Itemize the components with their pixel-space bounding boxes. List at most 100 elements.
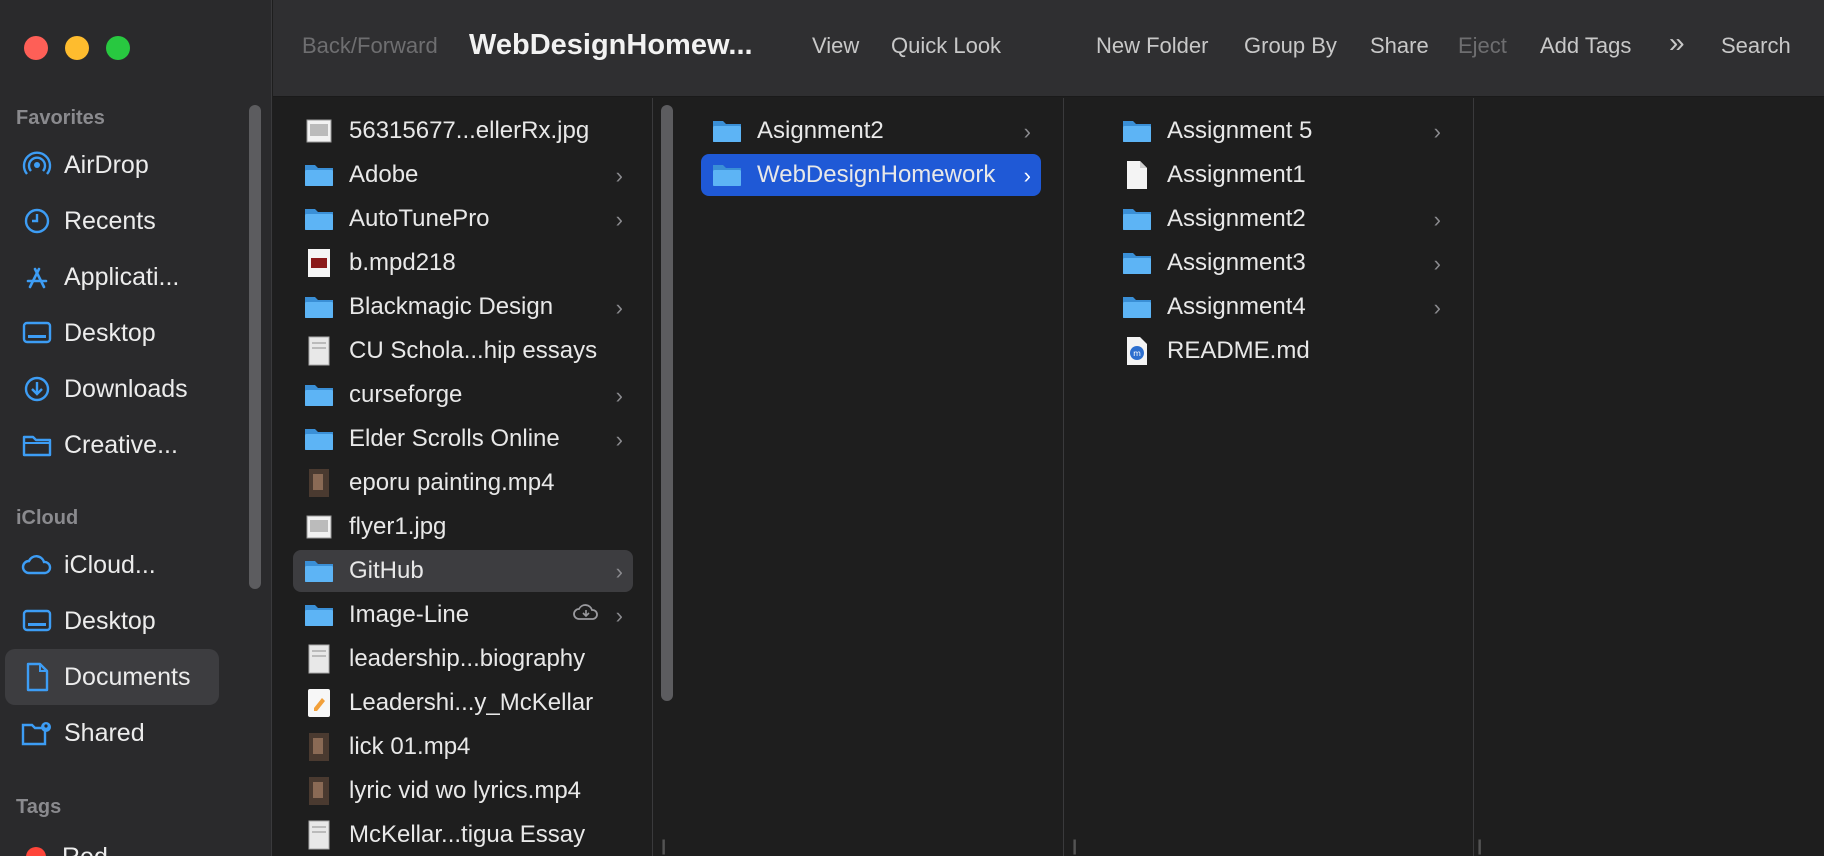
new-folder-button[interactable]: New Folder — [1096, 33, 1208, 59]
close-window-button[interactable] — [24, 36, 48, 60]
file-row[interactable]: m README.md — [1111, 330, 1451, 372]
folder-icon — [303, 379, 335, 411]
document-icon — [20, 660, 54, 694]
column-resize-handle[interactable]: || — [1477, 838, 1483, 856]
file-row[interactable]: McKellar...tigua Essay — [293, 814, 633, 856]
quick-look-button[interactable]: Quick Look — [891, 33, 1001, 59]
item-name: Adobe — [349, 161, 419, 188]
item-name: CU Schola...hip essays — [349, 337, 598, 364]
window-title: WebDesignHomew... — [469, 29, 753, 61]
image-file-icon — [303, 115, 335, 147]
airdrop-icon — [20, 148, 54, 182]
sidebar-item-label: AirDrop — [64, 150, 149, 179]
column-github: Asignment2 › WebDesignHomework › — [681, 98, 1064, 856]
item-name: Image-Line — [349, 601, 470, 628]
cloud-download-icon[interactable] — [571, 600, 601, 629]
folder-icon — [303, 423, 335, 455]
column-webdesignhomework: Assignment 5 › Assignment1 Assignment2 › Assi… — [1091, 98, 1474, 856]
item-name: Assignment4 — [1167, 293, 1306, 320]
view-button[interactable]: View — [812, 33, 859, 59]
item-name: leadership...biography — [349, 645, 586, 672]
file-row[interactable]: CU Schola...hip essays — [293, 330, 633, 372]
sidebar-item-recents[interactable]: Recents — [5, 193, 219, 249]
toolbar-overflow-button[interactable]: » — [1669, 27, 1685, 59]
share-button[interactable]: Share — [1370, 33, 1429, 59]
file-row[interactable]: leadership...biography — [293, 638, 633, 680]
item-name: Assignment 5 — [1167, 117, 1313, 144]
chevron-right-icon: › — [1433, 295, 1441, 320]
item-name: lick 01.mp4 — [349, 733, 471, 760]
sidebar-scrollbar[interactable] — [249, 105, 261, 589]
file-row[interactable]: Leadershi...y_McKellar — [293, 682, 633, 724]
doc-file-icon — [303, 643, 335, 675]
folder-row[interactable]: Assignment3 › — [1111, 242, 1451, 284]
applications-icon — [20, 260, 54, 294]
sidebar-item-shared[interactable]: Shared — [5, 705, 219, 761]
group-by-button[interactable]: Group By — [1244, 33, 1337, 59]
folder-row[interactable]: Assignment2 › — [1111, 198, 1451, 240]
folder-icon — [303, 291, 335, 323]
back-forward-button[interactable]: Back/Forward — [302, 33, 438, 59]
toolbar: Back/Forward WebDesignHomew... View Quic… — [273, 0, 1824, 97]
sidebar-item-icloud[interactable]: iCloud... — [5, 537, 219, 593]
folder-row[interactable]: Elder Scrolls Online › — [293, 418, 633, 460]
image-file-icon — [303, 511, 335, 543]
file-row[interactable]: lick 01.mp4 — [293, 726, 633, 768]
folder-row[interactable]: Assignment4 › — [1111, 286, 1451, 328]
sidebar-section-icloud: iCloud — [16, 507, 79, 529]
chevron-right-icon: › — [1023, 163, 1031, 188]
column-resize-handle[interactable]: || — [661, 838, 667, 856]
item-name: Assignment3 — [1167, 249, 1306, 276]
folder-row[interactable]: WebDesignHomework › — [701, 154, 1041, 196]
sidebar-item-downloads[interactable]: Downloads — [5, 361, 219, 417]
file-row[interactable]: flyer1.jpg — [293, 506, 633, 548]
folder-row[interactable]: Image-Line › — [293, 594, 633, 636]
zoom-window-button[interactable] — [106, 36, 130, 60]
folder-row[interactable]: Blackmagic Design › — [293, 286, 633, 328]
markdown-file-icon: m — [1121, 335, 1153, 367]
sidebar-item-label: Desktop — [64, 318, 156, 347]
binary-file-icon — [303, 247, 335, 279]
folder-row[interactable]: AutoTunePro › — [293, 198, 633, 240]
chevron-right-icon: › — [615, 559, 623, 584]
column-empty — [1500, 98, 1824, 856]
sidebar-item-desktop[interactable]: Desktop — [5, 593, 219, 649]
sidebar-item-creative[interactable]: Creative... — [5, 417, 219, 473]
folder-row[interactable]: curseforge › — [293, 374, 633, 416]
eject-button[interactable]: Eject — [1458, 33, 1507, 59]
column-documents-scrollbar[interactable] — [661, 105, 673, 701]
window-controls — [24, 36, 130, 60]
file-row[interactable]: b.mpd218 — [293, 242, 633, 284]
sidebar-tag-red[interactable]: Red — [5, 829, 219, 856]
sidebar-tag-label: Red — [62, 843, 108, 856]
column-documents: 56315677...ellerRx.jpg Adobe › AutoTunePro ›… — [273, 98, 653, 856]
search-button[interactable]: Search — [1721, 33, 1791, 59]
sidebar-item-label: Desktop — [64, 606, 156, 635]
file-row[interactable]: 56315677...ellerRx.jpg — [293, 110, 633, 152]
item-name: curseforge — [349, 381, 463, 408]
folder-icon — [1121, 291, 1153, 323]
chevron-right-icon: › — [615, 427, 623, 452]
folder-icon — [1121, 115, 1153, 147]
sidebar-item-label: Downloads — [64, 374, 188, 403]
folder-row[interactable]: Adobe › — [293, 154, 633, 196]
add-tags-button[interactable]: Add Tags — [1540, 33, 1631, 59]
sidebar-item-label: Recents — [64, 206, 156, 235]
folder-row[interactable]: Asignment2 › — [701, 110, 1041, 152]
sidebar-item-desktop[interactable]: Desktop — [5, 305, 219, 361]
file-row[interactable]: lyric vid wo lyrics.mp4 — [293, 770, 633, 812]
column-resize-handle[interactable]: || — [1072, 838, 1078, 856]
chevron-right-icon: › — [1023, 119, 1031, 144]
item-name: Assignment1 — [1167, 161, 1306, 188]
sidebar-item-documents[interactable]: Documents — [5, 649, 219, 705]
folder-row[interactable]: Assignment 5 › — [1111, 110, 1451, 152]
item-name: lyric vid wo lyrics.mp4 — [349, 777, 582, 804]
sidebar-item-applicati[interactable]: Applicati... — [5, 249, 219, 305]
folder-row[interactable]: GitHub › — [293, 550, 633, 592]
item-name: b.mpd218 — [349, 249, 456, 276]
sidebar-item-airdrop[interactable]: AirDrop — [5, 137, 219, 193]
minimize-window-button[interactable] — [65, 36, 89, 60]
sidebar: Favorites AirDrop Recents Applicati... Desk… — [0, 0, 272, 856]
file-row[interactable]: Assignment1 — [1111, 154, 1451, 196]
file-row[interactable]: eporu painting.mp4 — [293, 462, 633, 504]
